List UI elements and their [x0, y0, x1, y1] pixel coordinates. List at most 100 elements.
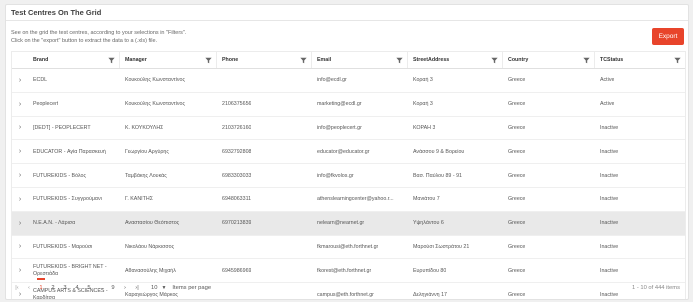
phone-cell: 6948063311: [222, 196, 252, 203]
table-row[interactable]: › FUTUREKIDS - Συγγρούμανι Γ. ΚΑΝΙΤΗΣ 69…: [12, 188, 685, 212]
address-cell: Μαρούσι Σωστράτου 21: [413, 243, 470, 250]
manager-cell: Γεωργίου Αργύρης: [125, 148, 169, 155]
email-cell: marketing@ecdl.gr: [317, 101, 362, 108]
column-header-label: TCStatus: [600, 57, 624, 63]
column-header-email[interactable]: Email: [312, 52, 408, 68]
filter-icon[interactable]: [300, 57, 307, 64]
chevron-right-icon[interactable]: ›: [19, 77, 21, 84]
address-cell: Κοραή 3: [413, 77, 433, 84]
address-cell: Υψηλάντου 6: [413, 220, 444, 227]
status-cell: Active: [600, 101, 615, 108]
email-cell: fkmarousi@eth.forthnet.gr: [317, 243, 379, 250]
column-header-phone[interactable]: Phone: [217, 52, 312, 68]
pagination-range: 1 - 10 of 444 items: [631, 285, 680, 291]
page-size-value: 10: [151, 285, 158, 291]
manager-cell: Νικολάου Νάρκισσος: [125, 243, 175, 250]
email-cell: fkorest@eth.forthnet.gr: [317, 267, 372, 274]
email-cell: nelearn@nearnet.gr: [317, 220, 365, 227]
page-button-4[interactable]: 4: [71, 285, 83, 291]
status-cell: Active: [600, 77, 615, 84]
page-button-3[interactable]: 3: [59, 285, 71, 291]
page-size-dropdown[interactable]: 10 ▼: [151, 285, 166, 291]
email-cell: educator@educator.gr: [317, 148, 370, 155]
brand-cell: [DEDT] - PEOPLECERT: [33, 124, 91, 131]
card-title: Test Centres On The Grid: [11, 8, 102, 17]
column-header-label: StreetAddress: [413, 57, 450, 63]
column-header-manager[interactable]: Manager: [120, 52, 217, 68]
test-centres-grid: Brand Manager Phone Email StreetAddress …: [11, 51, 686, 299]
email-cell: athenslearningcenter@yahoo.r...: [317, 196, 394, 203]
filter-icon[interactable]: [491, 57, 498, 64]
table-row[interactable]: › FUTUREKIDS - Μαρούσι Νικολάου Νάρκισσο…: [12, 236, 685, 260]
filter-icon[interactable]: [205, 57, 212, 64]
phone-cell: 6970213839: [222, 220, 252, 227]
phone-cell: 6983303033: [222, 172, 252, 179]
phone-cell: 2106375656: [222, 101, 252, 108]
country-cell: Greece: [508, 220, 526, 227]
column-header-brand[interactable]: Brand: [28, 52, 120, 68]
grid-description: See on the grid the test centres, accord…: [11, 29, 186, 45]
phone-cell: 6932792808: [222, 148, 252, 155]
manager-cell: Κ. ΚΟΥΚΟΥΛΗΣ: [125, 124, 164, 131]
chevron-right-icon[interactable]: ›: [19, 196, 21, 203]
brand-cell: Ν.Ε.Α.Ν. - Λάρισα: [33, 220, 76, 227]
filter-icon[interactable]: [108, 57, 115, 64]
page-button-more[interactable]: ...: [95, 285, 107, 291]
chevron-right-icon[interactable]: ›: [19, 243, 21, 250]
previous-page-icon[interactable]: ‹: [23, 285, 35, 291]
chevron-right-icon[interactable]: ›: [19, 172, 21, 179]
address-cell: Ευρυπίδου 80: [413, 267, 447, 274]
expand-column-header: [12, 52, 28, 68]
test-centres-card: Test Centres On The Grid See on the grid…: [5, 4, 689, 300]
table-row[interactable]: › ECDL Κουκούλης Κωνσταντίνος info@ecdl.…: [12, 69, 685, 93]
chevron-right-icon[interactable]: ›: [19, 220, 21, 227]
column-header-tcstatus[interactable]: TCStatus: [595, 52, 685, 68]
table-row[interactable]: › [DEDT] - PEOPLECERT Κ. ΚΟΥΚΟΥΛΗΣ 21037…: [12, 117, 685, 141]
country-cell: Greece: [508, 267, 526, 274]
chevron-right-icon[interactable]: ›: [19, 124, 21, 131]
address-cell: Κοραή 3: [413, 101, 433, 108]
page-button-5[interactable]: 5: [83, 285, 95, 291]
table-row[interactable]: › Peoplecert Κουκούλης Κωνσταντίνος 2106…: [12, 93, 685, 117]
phone-cell: 6945986969: [222, 267, 252, 274]
column-header-country[interactable]: Country: [503, 52, 595, 68]
manager-cell: Αναστασίου Θεόπιστος: [125, 220, 180, 227]
brand-cell: FUTUREKIDS - Μαρούσι: [33, 243, 93, 250]
page-button-last[interactable]: 9: [107, 285, 119, 291]
chevron-right-icon[interactable]: ›: [19, 148, 21, 155]
brand-cell: Peoplecert: [33, 101, 59, 108]
chevron-right-icon[interactable]: ›: [19, 267, 21, 274]
address-cell: Μανιάτου 7: [413, 196, 440, 203]
filter-icon[interactable]: [583, 57, 590, 64]
export-button[interactable]: Export: [652, 28, 684, 45]
country-cell: Greece: [508, 172, 526, 179]
table-row[interactable]: › EDUCATOR - Αγία Παρασκευή Γεωργίου Αργ…: [12, 140, 685, 165]
column-header-street-address[interactable]: StreetAddress: [408, 52, 503, 68]
filter-icon[interactable]: [674, 57, 681, 64]
filter-icon[interactable]: [396, 57, 403, 64]
status-cell: Inactive: [600, 172, 619, 179]
pagination-bar: |‹ ‹ 1 2 3 4 5 ... 9 › ›| 10 ▼ Items per…: [11, 278, 684, 298]
next-page-icon[interactable]: ›: [119, 285, 131, 291]
country-cell: Greece: [508, 77, 526, 84]
chevron-right-icon[interactable]: ›: [19, 101, 21, 108]
country-cell: Greece: [508, 243, 526, 250]
page-button-2[interactable]: 2: [47, 285, 59, 291]
chevron-down-icon: ▼: [161, 285, 167, 291]
country-cell: Greece: [508, 196, 526, 203]
status-cell: Inactive: [600, 243, 619, 250]
table-row-selected[interactable]: › Ν.Ε.Α.Ν. - Λάρισα Αναστασίου Θεόπιστος…: [12, 211, 685, 236]
first-page-icon[interactable]: |‹: [11, 285, 23, 291]
brand-cell: FUTUREKIDS - Βόλος: [33, 172, 86, 179]
description-line-1: See on the grid the test centres, accord…: [11, 30, 187, 36]
column-header-label: Brand: [33, 57, 49, 63]
manager-cell: Κουκούλης Κωνσταντίνος: [125, 77, 186, 84]
status-cell: Inactive: [600, 267, 619, 274]
title-divider: [6, 20, 688, 21]
manager-cell: Αθανασούλης Μιχαήλ: [125, 267, 176, 274]
page-button-1[interactable]: 1: [35, 278, 47, 291]
last-page-icon[interactable]: ›|: [131, 285, 143, 291]
table-row[interactable]: › FUTUREKIDS - Βόλος Ταμβάκης Λουκάς 698…: [12, 164, 685, 188]
phone-cell: 2103726160: [222, 124, 252, 131]
country-cell: Greece: [508, 148, 526, 155]
